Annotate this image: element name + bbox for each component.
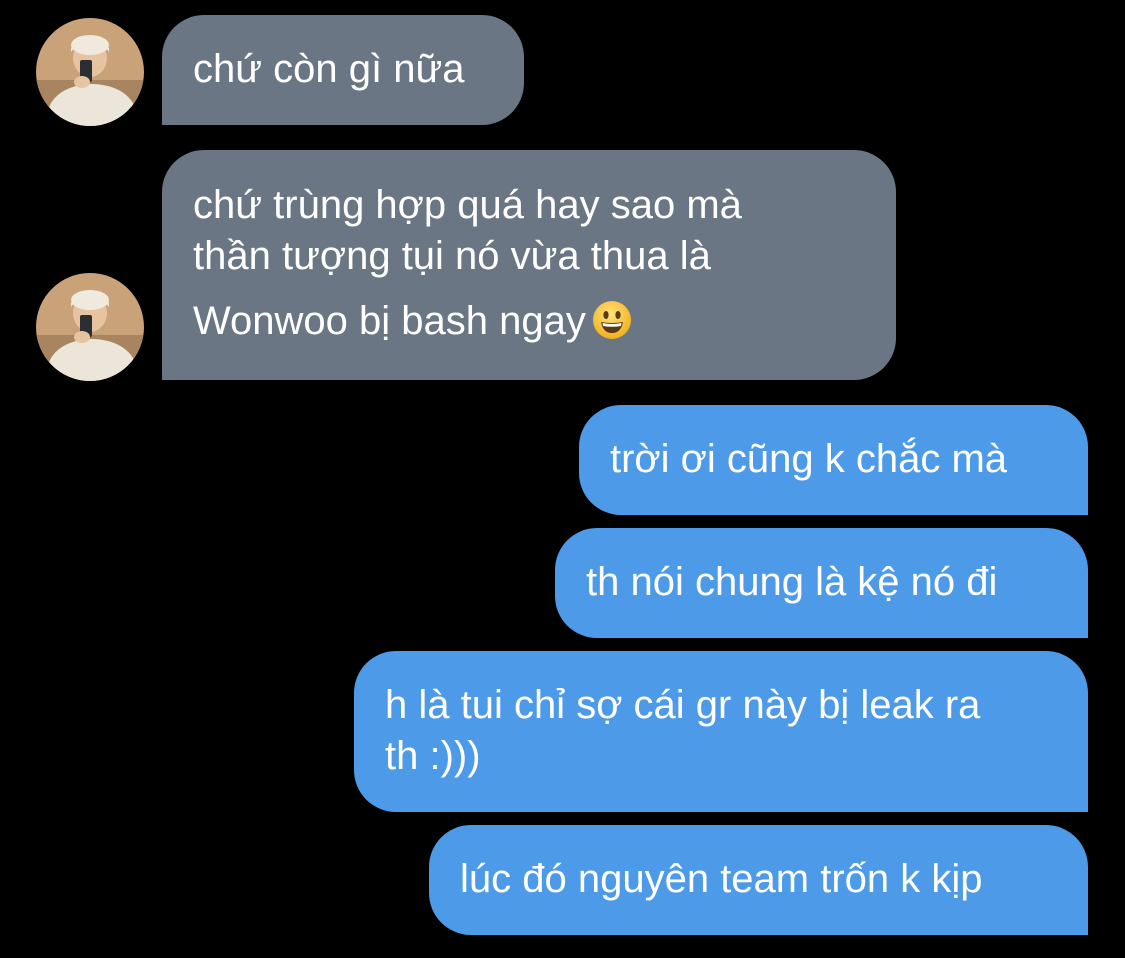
contact-avatar[interactable] xyxy=(36,18,144,126)
outgoing-message-bubble[interactable]: trời ơi cũng k chắc mà xyxy=(579,405,1088,515)
incoming-message-bubble[interactable]: chứ còn gì nữa xyxy=(162,15,524,125)
message-text: chứ còn gì nữa xyxy=(193,47,465,91)
outgoing-message-bubble[interactable]: h là tui chỉ sợ cái gr này bị leak ra th… xyxy=(354,651,1088,812)
message-text: lúc đó nguyên team trốn k kịp xyxy=(460,857,983,901)
message-text: th nói chung là kệ nó đi xyxy=(586,560,998,604)
incoming-message-bubble[interactable]: chứ trùng hợp quá hay sao mà thần tượng … xyxy=(162,150,896,380)
message-text: thần tượng tụi nó vừa thua là xyxy=(193,234,711,278)
message-text: th :))) xyxy=(385,734,481,778)
grinning-face-emoji xyxy=(592,300,632,353)
outgoing-message-bubble[interactable]: th nói chung là kệ nó đi xyxy=(555,528,1088,638)
message-text: trời ơi cũng k chắc mà xyxy=(610,437,1008,481)
outgoing-message-bubble[interactable]: lúc đó nguyên team trốn k kịp xyxy=(429,825,1088,935)
message-text: Wonwoo bị bash ngay xyxy=(193,299,586,343)
message-text: h là tui chỉ sợ cái gr này bị leak ra xyxy=(385,683,981,727)
message-text: chứ trùng hợp quá hay sao mà xyxy=(193,183,742,227)
avatar-photo xyxy=(36,273,144,381)
avatar-photo xyxy=(36,18,144,126)
contact-avatar[interactable] xyxy=(36,273,144,381)
